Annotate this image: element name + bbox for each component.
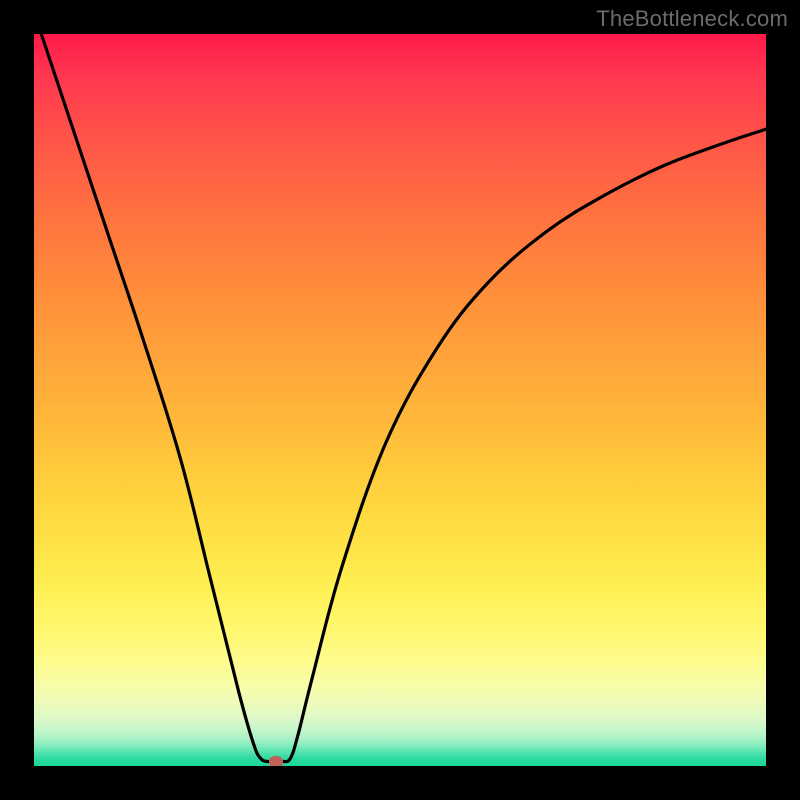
optimal-point-marker	[269, 756, 283, 766]
plot-area	[34, 34, 766, 766]
chart-frame: TheBottleneck.com	[0, 0, 800, 800]
watermark-text: TheBottleneck.com	[596, 6, 788, 32]
bottleneck-curve	[34, 34, 766, 766]
